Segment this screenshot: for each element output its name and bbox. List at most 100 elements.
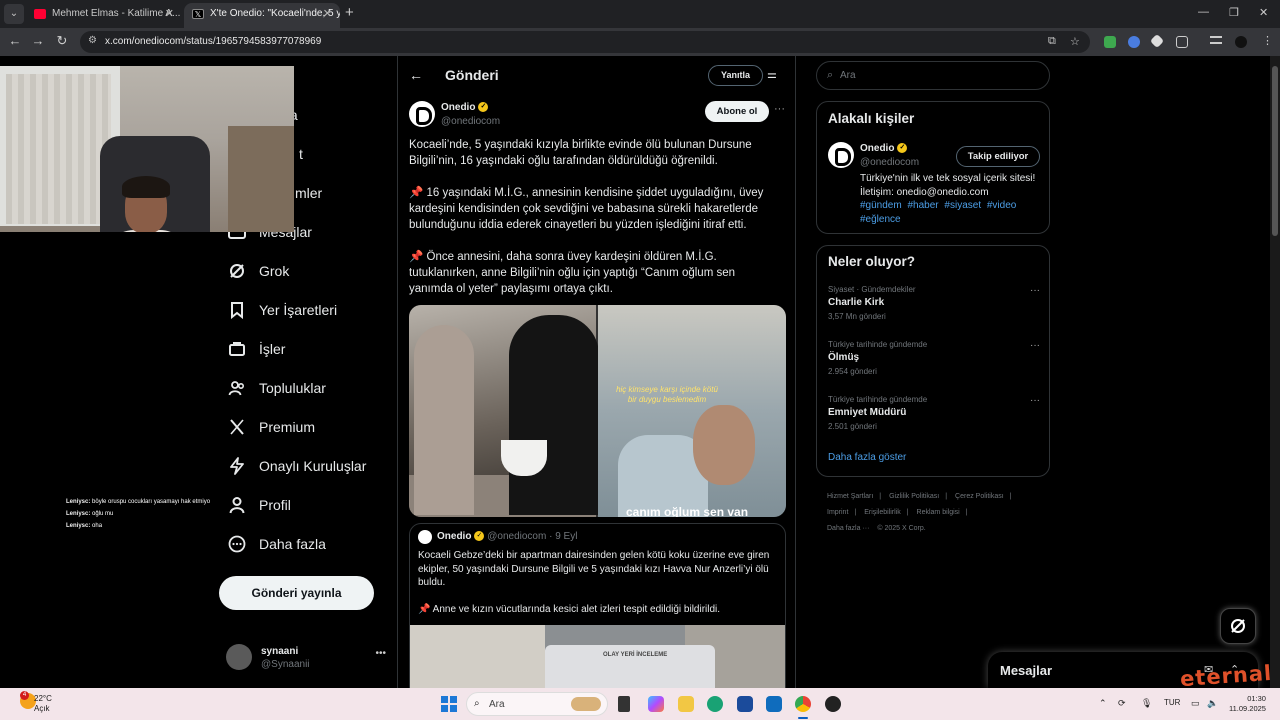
address-bar[interactable]: ⚙ x.com/onediocom/status/196579458397707… [80, 31, 1090, 53]
quoted-post[interactable]: Onedio ✓ @onediocom · 9 Eyl Kocaeli Gebze… [409, 523, 786, 688]
tab-list-icon[interactable] [1210, 36, 1222, 44]
tab-search-icon[interactable]: ⌄ [4, 4, 24, 24]
trend-item[interactable]: Türkiye tarihinde gündemde Emniyet Müdür… [828, 395, 1040, 435]
restore-icon[interactable]: ❐ [1229, 6, 1239, 19]
show-more-link[interactable]: Daha fazla göster [828, 452, 906, 463]
more-dots-icon[interactable]: ··· [1030, 395, 1040, 406]
footer-link[interactable]: Reklam bilgisi [917, 509, 960, 516]
page-scrollbar[interactable] [1270, 56, 1280, 688]
grok-floating-button[interactable] [1220, 608, 1256, 644]
microphone-icon[interactable]: 🎙 [1141, 698, 1152, 709]
more-dots-icon[interactable]: ••• [375, 648, 386, 659]
nav-item-premium[interactable]: Premium [228, 412, 315, 442]
input-language[interactable]: TUR [1164, 698, 1180, 707]
windows-start-icon[interactable] [441, 696, 457, 712]
extension-icon[interactable] [1149, 33, 1165, 49]
copilot-icon[interactable] [648, 696, 664, 712]
file-explorer-icon[interactable] [678, 696, 694, 712]
more-dots-icon[interactable]: ··· [1030, 340, 1040, 351]
nav-item-verified-orgs[interactable]: Onaylı Kuruluşlar [228, 451, 366, 481]
filter-sliders-icon[interactable]: ⚌ [767, 68, 777, 81]
more-dots-icon[interactable]: ··· [774, 103, 785, 115]
post-media[interactable]: hiç kimseye karşı içinde kötü bir duygu … [409, 305, 786, 517]
media-image-right[interactable]: hiç kimseye karşı içinde kötü bir duygu … [598, 305, 786, 517]
hashtag-link[interactable]: #video [987, 200, 1016, 211]
site-info-icon[interactable]: ⚙ [88, 35, 97, 46]
extension-icon[interactable] [1128, 36, 1140, 48]
edge-icon[interactable] [707, 696, 723, 712]
minimize-icon[interactable]: — [1198, 6, 1209, 18]
window-close-icon[interactable]: ✕ [1259, 6, 1268, 19]
reload-icon[interactable]: ↻ [53, 33, 71, 49]
nav-item-profile[interactable]: Profil [228, 490, 291, 520]
nav-item-bookmarks[interactable]: Yer İşaretleri [228, 295, 337, 325]
account-switcher[interactable]: synaani @Synaanii ••• [226, 644, 386, 674]
store-icon[interactable] [737, 696, 753, 712]
search-input[interactable]: ⌕ Ara [816, 61, 1050, 90]
author-avatar[interactable] [409, 101, 435, 127]
nav-item-grok[interactable]: Grok [228, 256, 289, 286]
tab-youtube[interactable]: Mehmet Elmas - Katilime A... ✕ [26, 3, 182, 28]
more-dots-icon[interactable]: ··· [1030, 285, 1040, 296]
author-name[interactable]: Onedio ✓ [441, 102, 489, 113]
verified-badge-icon: ✓ [474, 531, 485, 542]
post-button[interactable]: Gönderi yayınla [219, 576, 374, 610]
footer-link[interactable]: Gizlilik Politikası [889, 493, 939, 500]
subscribe-button[interactable]: Abone ol [705, 101, 769, 122]
browser-menu-icon[interactable]: ⋮ [1262, 34, 1273, 47]
footer-sep: | [879, 493, 882, 500]
media-caption: canım oğlum sen van [626, 505, 749, 517]
hashtag-link[interactable]: #siyaset [944, 200, 981, 211]
author-handle[interactable]: @onediocom [441, 116, 500, 127]
bookmark-star-icon[interactable]: ☆ [1070, 35, 1080, 48]
footer-link[interactable]: Imprint [827, 509, 848, 516]
panel-title: Neler oluyor? [828, 254, 916, 269]
footer-link[interactable]: Erişilebilirlik [864, 509, 901, 516]
trend-item[interactable]: Türkiye tarihinde gündemde Ölmüş 2.954 g… [828, 340, 1040, 380]
footer-link[interactable]: Daha fazla ··· [827, 525, 869, 532]
chrome-icon[interactable] [795, 696, 811, 712]
close-tab-icon[interactable]: ✕ [165, 3, 174, 25]
scrollbar-thumb[interactable] [1272, 66, 1278, 236]
reply-button[interactable]: Yanıtla [708, 65, 763, 86]
close-tab-icon[interactable]: ✕ [323, 3, 332, 25]
nav-item-communities[interactable]: Topluluklar [228, 373, 326, 403]
profile-avatar[interactable] [1235, 36, 1247, 48]
search-highlight-icon [571, 697, 601, 711]
nav-item-jobs[interactable]: İşler [228, 334, 285, 364]
extensions-puzzle-icon[interactable] [1176, 36, 1188, 48]
media-image-left[interactable] [409, 305, 599, 517]
webcam-curtain [6, 74, 111, 224]
trend-item[interactable]: Siyaset · Gündemdekiler Charlie Kirk 3,5… [828, 285, 1040, 325]
quote-media[interactable]: OLAY YERİ İNCELEME [410, 625, 785, 688]
outlook-icon[interactable] [766, 696, 782, 712]
tray-expand-icon[interactable]: ⌃ [1099, 698, 1107, 709]
network-icon[interactable]: ▭ [1191, 698, 1200, 709]
install-app-icon[interactable]: ⧉ [1048, 35, 1056, 48]
stream-watermark: eternal [1179, 660, 1273, 692]
tab-x[interactable]: 𝕏 X'te Onedio: "Kocaeli'nde, 5 yaş ✕ [184, 3, 340, 28]
task-view-icon[interactable] [618, 696, 630, 712]
extension-icon[interactable] [1104, 36, 1116, 48]
weather-temp: 22°C [34, 694, 52, 703]
new-tab-icon[interactable]: + [345, 4, 354, 21]
footer-link[interactable]: Çerez Politikası [955, 493, 1004, 500]
back-icon[interactable]: ← [6, 33, 24, 48]
following-button[interactable]: Takip ediliyor [956, 146, 1040, 167]
obs-icon[interactable] [825, 696, 841, 712]
back-arrow-icon[interactable]: ← [409, 67, 423, 83]
hashtag-link[interactable]: #eğlence [860, 214, 901, 225]
sync-icon[interactable]: ⟳ [1118, 698, 1126, 709]
related-avatar[interactable] [828, 142, 854, 168]
related-name[interactable]: Onedio ✓ [860, 143, 908, 154]
nav-item-more[interactable]: Daha fazla [228, 529, 326, 559]
taskbar-search[interactable]: ⌕ Ara [466, 692, 608, 716]
related-handle[interactable]: @onediocom [860, 157, 919, 168]
footer-link[interactable]: Hizmet Şartları [827, 493, 873, 500]
volume-icon[interactable]: 🔈 [1207, 698, 1218, 709]
nav-label: t [299, 146, 303, 162]
forward-icon[interactable]: → [29, 33, 47, 48]
taskbar-clock[interactable]: 01:30 11.09.2025 [1229, 694, 1266, 714]
hashtag-link[interactable]: #haber [907, 200, 938, 211]
hashtag-link[interactable]: #gündem [860, 200, 902, 211]
